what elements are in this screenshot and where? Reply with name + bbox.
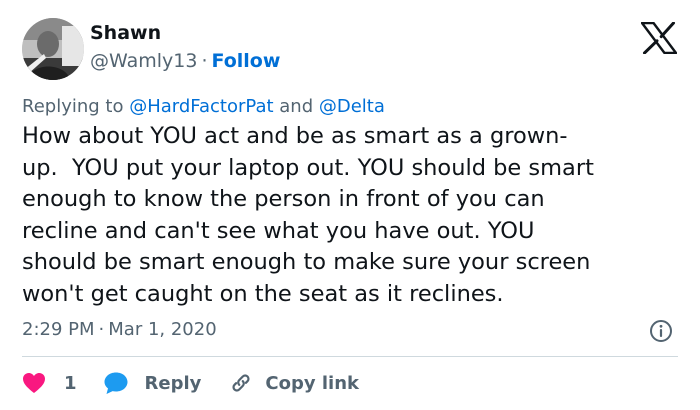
action-bar: 1 Reply Copy link [22, 368, 359, 398]
author-handle-row: @Wamly13 · Follow [90, 48, 280, 74]
mention-hardfactorpat[interactable]: @HardFactorPat [129, 96, 273, 117]
tweet-text: How about YOU act and be as smart as a g… [22, 121, 682, 310]
like-count: 1 [64, 372, 77, 394]
x-logo-icon[interactable] [640, 21, 678, 55]
replying-conjunction: and [279, 96, 314, 117]
tweet-line: enough to know the person in front of yo… [22, 186, 545, 212]
author-name[interactable]: Shawn [90, 20, 161, 46]
link-icon [229, 371, 253, 395]
timestamp-separator: · [98, 319, 105, 340]
replying-to: Replying to @HardFactorPat and @Delta [22, 95, 385, 119]
tweet-line: should be smart enough to make sure your… [22, 249, 591, 275]
tweet-timestamp[interactable]: 2:29 PM · Mar 1, 2020 [22, 318, 217, 342]
speech-bubble-icon [103, 371, 129, 395]
avatar[interactable] [22, 18, 84, 80]
divider [22, 356, 678, 357]
info-icon[interactable] [649, 319, 673, 343]
tweet-line: recline and can't see what you have out.… [22, 217, 535, 244]
author-handle[interactable]: @Wamly13 [90, 50, 197, 72]
tweet-line: up. YOU put your laptop out. YOU should … [22, 154, 594, 181]
avatar-photo [22, 18, 84, 80]
copy-link-label: Copy link [265, 372, 359, 394]
reply-label: Reply [144, 372, 202, 394]
heart-icon [22, 372, 46, 394]
reply-button[interactable]: Reply [103, 371, 202, 395]
like-button[interactable]: 1 [22, 372, 77, 394]
tweet-line: won't get caught on the seat as it recli… [22, 280, 504, 307]
handle-separator: · [201, 50, 208, 72]
tweet-time: 2:29 PM [22, 319, 95, 340]
tweet-date: Mar 1, 2020 [108, 319, 217, 340]
replying-prefix: Replying to [22, 96, 124, 117]
follow-button[interactable]: Follow [211, 50, 280, 72]
tweet-line: How about YOU act and be as smart as a g… [22, 123, 568, 149]
copy-link-button[interactable]: Copy link [229, 371, 359, 395]
tweet-card: Shawn @Wamly13 · Follow Replying to @HardF… [0, 0, 700, 410]
mention-delta[interactable]: @Delta [319, 96, 385, 117]
